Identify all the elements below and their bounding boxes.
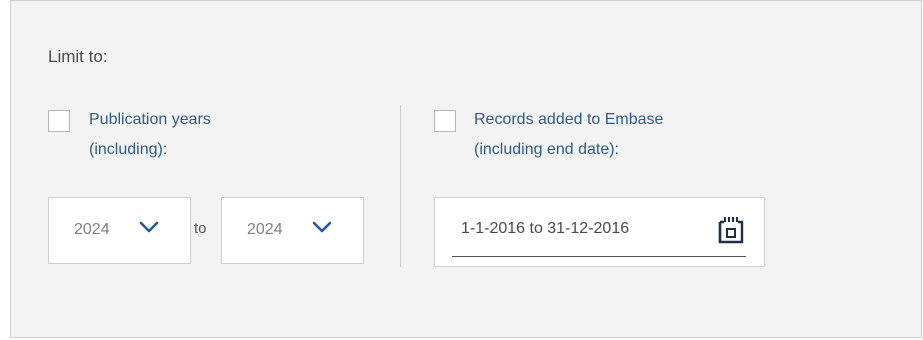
publication-year-to-select[interactable]: 2024 — [221, 197, 364, 264]
publication-year-to-value: 2024 — [247, 221, 283, 238]
limit-to-panel: Limit to: Publication years (including):… — [10, 0, 922, 338]
publication-year-from-value: 2024 — [74, 221, 110, 238]
publication-years-checkbox[interactable] — [48, 110, 70, 132]
records-added-checkbox[interactable] — [434, 110, 456, 132]
publication-years-label[interactable]: Publication years (including): — [89, 105, 211, 165]
year-range-to-label: to — [194, 220, 207, 237]
publication-years-label-line2: (including): — [89, 141, 168, 158]
records-added-label[interactable]: Records added to Embase (including end d… — [474, 105, 663, 165]
calendar-icon[interactable] — [711, 210, 751, 250]
chevron-down-icon — [312, 221, 332, 233]
section-divider — [400, 105, 401, 267]
date-range-underline — [452, 256, 746, 257]
date-range-value: 1-1-2016 to 31-12-2016 — [461, 220, 630, 237]
records-added-label-line1: Records added to Embase — [474, 111, 664, 128]
records-added-label-line2: (including end date): — [474, 141, 619, 158]
records-added-date-range-field[interactable]: 1-1-2016 to 31-12-2016 — [434, 197, 765, 267]
publication-years-label-line1: Publication years — [89, 111, 211, 128]
limit-to-title: Limit to: — [48, 47, 108, 66]
publication-year-from-select[interactable]: 2024 — [48, 197, 191, 264]
chevron-down-icon — [139, 221, 159, 233]
